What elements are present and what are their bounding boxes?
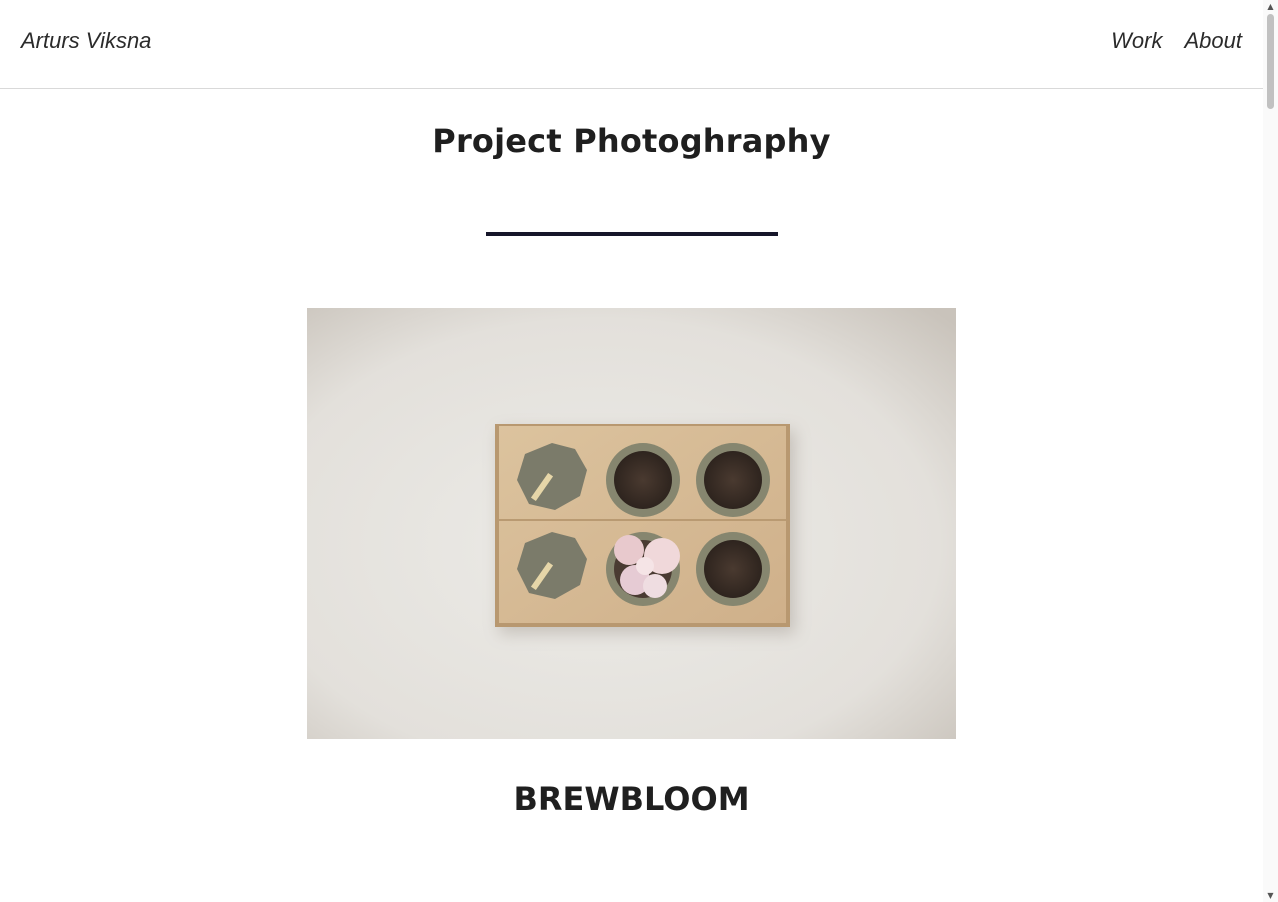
page-title: Project Photoghraphy [432,122,831,160]
project-name: BREWBLOOM [513,780,750,818]
project-image[interactable] [307,308,956,739]
page-scrollbar[interactable]: ▲ ▼ [1263,0,1278,902]
scroll-up-icon[interactable]: ▲ [1266,2,1275,11]
brand-link[interactable]: Arturs Viksna [21,28,151,54]
title-divider [486,232,778,236]
main-nav: Work About [1111,28,1242,54]
scrollbar-thumb[interactable] [1267,14,1274,109]
scroll-down-icon[interactable]: ▼ [1266,891,1275,900]
site-header: Arturs Viksna Work About [0,0,1263,89]
brewbloom-product-photo [307,308,956,739]
nav-link-about[interactable]: About [1185,28,1243,54]
nav-link-work[interactable]: Work [1111,28,1162,54]
